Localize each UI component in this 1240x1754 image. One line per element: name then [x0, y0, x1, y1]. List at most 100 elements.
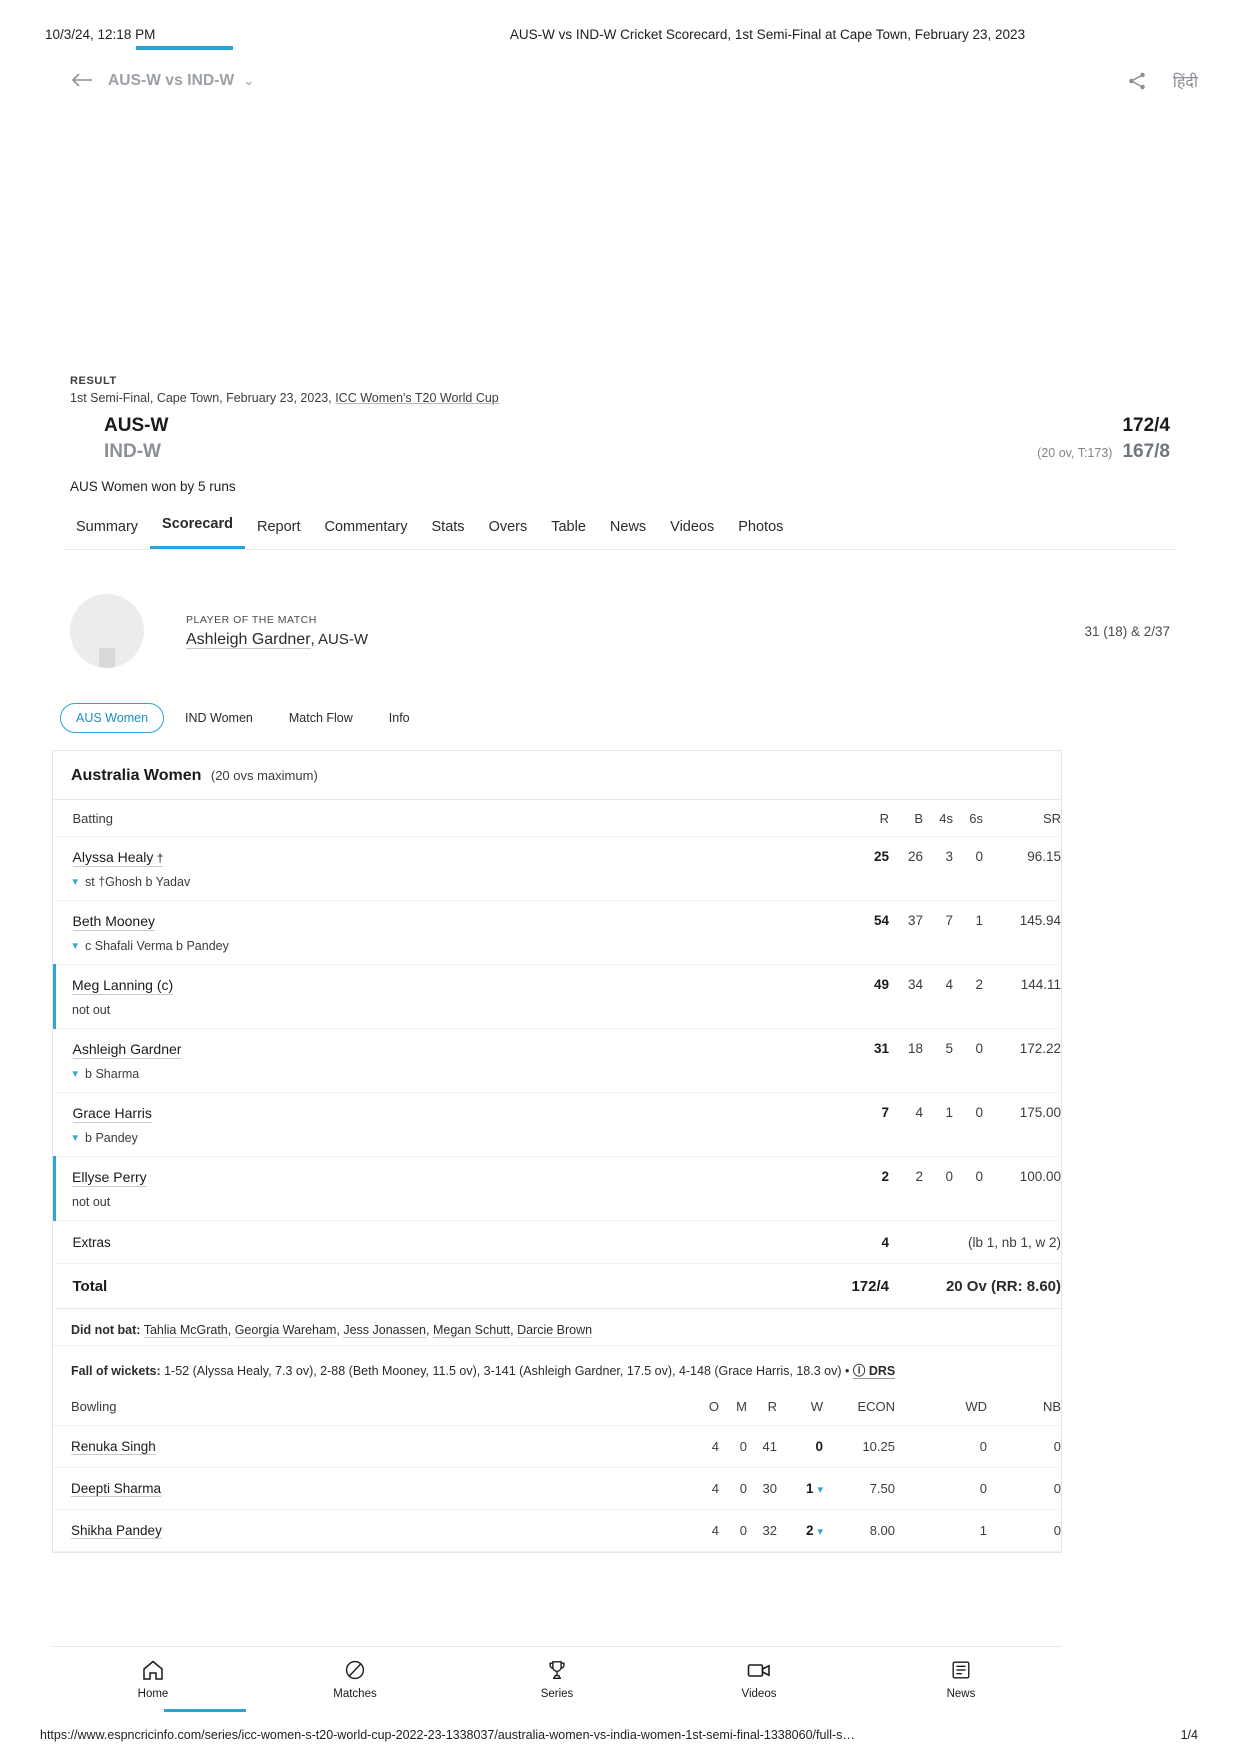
dnb-player[interactable]: Georgia Wareham — [234, 1323, 337, 1338]
bottom-navigation: Home Matches Series Videos News — [52, 1646, 1062, 1712]
app-bar: AUS-W vs IND-W ⌄ हिंदी — [0, 60, 1240, 102]
dismissal-text: not out — [72, 1195, 111, 1209]
tab-stats[interactable]: Stats — [420, 515, 477, 549]
bowler-wickets-cell: 0 — [777, 1425, 823, 1468]
bowler-name[interactable]: Shikha Pandey — [71, 1523, 162, 1539]
pill-tab-match-flow[interactable]: Match Flow — [274, 704, 368, 732]
pill-tab-info[interactable]: Info — [374, 704, 425, 732]
table-row: Renuka Singh 4 0 41 0 10.25 0 0 — [53, 1425, 1061, 1468]
batter-strike-rate: 175.00 — [983, 1092, 1061, 1157]
batter-name[interactable]: Grace Harris — [72, 1105, 152, 1123]
bowler-name[interactable]: Deepti Sharma — [71, 1481, 162, 1497]
bowler-overs: 4 — [691, 1425, 719, 1468]
app-bar-title[interactable]: AUS-W vs IND-W — [108, 72, 234, 90]
batting-table: Batting R B 4s 6s SR Alyssa Healy † ▾ st… — [53, 800, 1061, 1309]
dismissal-row: not out — [72, 1003, 847, 1017]
dismissal-text: b Sharma — [85, 1067, 140, 1081]
bowler-wides: 0 — [895, 1467, 987, 1510]
print-header: 10/3/24, 12:18 PM AUS-W vs IND-W Cricket… — [0, 27, 1240, 42]
bottom-nav-series[interactable]: Series — [456, 1659, 658, 1700]
tab-summary[interactable]: Summary — [64, 515, 150, 549]
batter-strike-rate: 145.94 — [983, 900, 1061, 965]
tab-photos[interactable]: Photos — [726, 515, 795, 549]
tab-scorecard[interactable]: Scorecard — [150, 512, 245, 549]
print-date: 10/3/24, 12:18 PM — [45, 27, 156, 42]
header-overs: O — [691, 1387, 719, 1426]
bowler-wides: 1 — [895, 1509, 987, 1552]
tab-commentary[interactable]: Commentary — [313, 515, 420, 549]
chevron-down-icon[interactable]: ▾ — [73, 876, 79, 888]
tab-table[interactable]: Table — [539, 515, 598, 549]
batter-name[interactable]: Meg Lanning (c) — [72, 977, 174, 995]
chevron-down-icon[interactable]: ▾ — [817, 1484, 823, 1496]
total-run-rate: 20 Ov (RR: 8.60) — [889, 1263, 1061, 1309]
bottom-nav-videos[interactable]: Videos — [658, 1659, 860, 1700]
potm-body: PLAYER OF THE MATCH Ashleigh Gardner, AU… — [186, 614, 368, 649]
tab-overs[interactable]: Overs — [477, 515, 540, 549]
bottom-nav-matches[interactable]: Matches — [254, 1659, 456, 1700]
batter-fours: 4 — [923, 964, 953, 1029]
print-page-number: 1/4 — [1180, 1728, 1198, 1742]
batter-fours: 5 — [923, 1028, 953, 1093]
tab-news[interactable]: News — [598, 515, 658, 549]
bottom-nav-home[interactable]: Home — [52, 1659, 254, 1700]
header-sixes: 6s — [953, 800, 983, 837]
chevron-down-icon[interactable]: ▾ — [817, 1526, 823, 1538]
dismissal-row[interactable]: ▾ b Sharma — [73, 1067, 848, 1081]
dismissal-row[interactable]: ▾ st †Ghosh b Yadav — [73, 875, 848, 889]
batter-sixes: 0 — [953, 1156, 983, 1221]
bottom-nav-news[interactable]: News — [860, 1659, 1062, 1700]
dismissal-row: not out — [72, 1195, 847, 1209]
drs-link[interactable]: ⓘ DRS — [852, 1364, 896, 1379]
batter-name[interactable]: Ashleigh Gardner — [72, 1041, 182, 1059]
result-label: RESULT — [70, 375, 117, 387]
series-link[interactable]: ICC Women's T20 World Cup — [335, 391, 499, 405]
chevron-down-icon[interactable]: ⌄ — [243, 73, 254, 89]
table-row: Shikha Pandey 4 0 32 2 ▾ 8.00 1 0 — [53, 1509, 1061, 1552]
hindi-language-icon[interactable]: हिंदी — [1173, 70, 1198, 92]
dismissal-row[interactable]: ▾ c Shafali Verma b Pandey — [73, 939, 848, 953]
avatar — [70, 594, 144, 668]
share-icon[interactable] — [1127, 71, 1147, 91]
back-arrow-icon[interactable] — [70, 71, 94, 91]
header-wides: WD — [895, 1387, 987, 1426]
batter-name[interactable]: Beth Mooney — [72, 913, 155, 931]
match-meta-text: 1st Semi-Final, Cape Town, February 23, … — [70, 391, 336, 405]
bowler-wickets: 2 — [805, 1523, 814, 1538]
batter-strike-rate: 96.15 — [983, 836, 1061, 901]
chevron-down-icon[interactable]: ▾ — [73, 940, 79, 952]
did-not-bat: Did not bat: Tahlia McGrath, Georgia War… — [53, 1309, 1061, 1346]
batter-name[interactable]: Ellyse Perry — [72, 1169, 147, 1187]
dismissal-row[interactable]: ▾ b Pandey — [73, 1131, 848, 1145]
pill-tab-aus-women[interactable]: AUS Women — [60, 703, 165, 733]
dnb-player[interactable]: Darcie Brown — [517, 1323, 593, 1338]
batter-fours: 1 — [923, 1092, 953, 1157]
home-icon — [141, 1659, 165, 1681]
bowler-name[interactable]: Renuka Singh — [71, 1439, 156, 1455]
header-fours: 4s — [923, 800, 953, 837]
batter-cell: Meg Lanning (c) not out — [53, 964, 847, 1029]
innings-header: Australia Women (20 ovs maximum) — [53, 751, 1061, 800]
potm-player-name[interactable]: Ashleigh Gardner — [186, 630, 311, 649]
batter-balls: 2 — [889, 1156, 923, 1221]
pill-tab-ind-women[interactable]: IND Women — [170, 704, 268, 732]
batter-name[interactable]: Alyssa Healy † — [72, 849, 164, 867]
tab-videos[interactable]: Videos — [658, 515, 726, 549]
tab-report[interactable]: Report — [245, 515, 313, 549]
bowler-economy: 10.25 — [823, 1425, 895, 1468]
active-nav-indicator — [164, 1709, 246, 1712]
chevron-down-icon[interactable]: ▾ — [73, 1068, 79, 1080]
dnb-player[interactable]: Tahlia McGrath — [143, 1323, 228, 1338]
result-block: RESULT 1st Semi-Final, Cape Town, Februa… — [70, 375, 1170, 506]
news-icon — [949, 1659, 973, 1681]
table-row: Beth Mooney ▾ c Shafali Verma b Pandey 5… — [54, 900, 1061, 965]
chevron-down-icon[interactable]: ▾ — [73, 1132, 79, 1144]
extras-breakdown: (lb 1, nb 1, w 2) — [889, 1220, 1061, 1264]
video-icon — [746, 1659, 772, 1681]
dismissal-text: c Shafali Verma b Pandey — [85, 939, 229, 953]
dnb-player[interactable]: Megan Schutt — [432, 1323, 511, 1338]
dnb-player[interactable]: Jess Jonassen — [343, 1323, 427, 1338]
total-row: Total 172/4 20 Ov (RR: 8.60) — [54, 1263, 1061, 1309]
bowler-wickets-cell: 1 ▾ — [777, 1467, 823, 1510]
batter-runs: 54 — [847, 900, 889, 965]
